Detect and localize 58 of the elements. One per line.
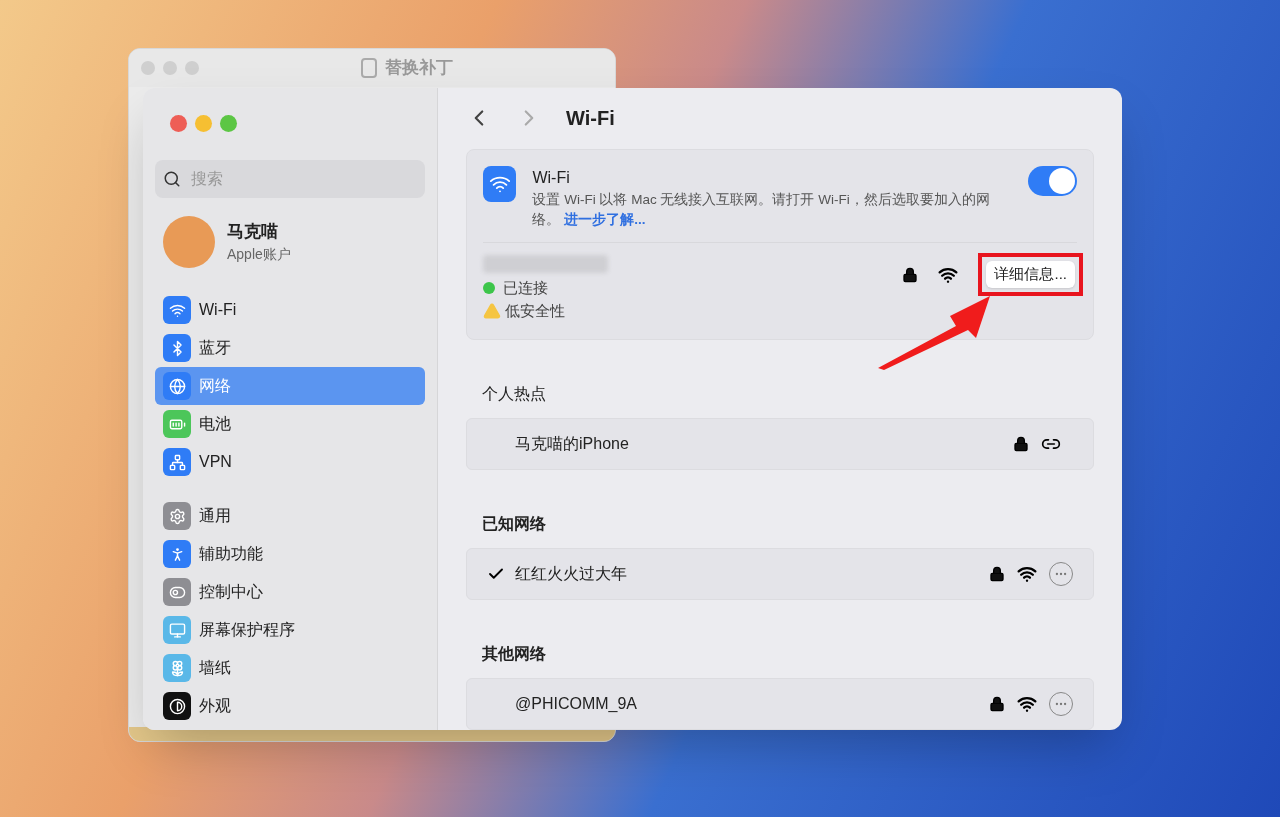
- network-row[interactable]: @PHICOMM_9A: [466, 678, 1094, 730]
- lock-icon: [989, 696, 1005, 712]
- bluetooth-icon: [163, 334, 191, 362]
- sidebar-item[interactable]: 控制中心: [155, 573, 425, 611]
- network-name: 红红火火过大年: [515, 564, 627, 584]
- warning-icon: [483, 301, 501, 320]
- wifi-icon: [163, 296, 191, 324]
- network-row[interactable]: 马克喵的iPhone: [466, 418, 1094, 470]
- network-name: 马克喵的iPhone: [515, 434, 629, 454]
- globe-icon: [163, 372, 191, 400]
- network-name: @PHICOMM_9A: [515, 694, 638, 714]
- wifi-signal-icon: [1017, 694, 1037, 714]
- sidebar-item[interactable]: VPN: [155, 443, 425, 481]
- wifi-description: 设置 Wi-Fi 以将 Mac 无线接入互联网。请打开 Wi-Fi，然后选取要加入的网络。 进一步了解...: [532, 191, 991, 229]
- page-title: Wi-Fi: [566, 105, 615, 131]
- details-button[interactable]: 详细信息...: [986, 261, 1075, 288]
- window-title: 替换补丁: [385, 57, 453, 80]
- close-button[interactable]: [170, 115, 187, 132]
- sidebar-item[interactable]: 外观: [155, 687, 425, 725]
- wifi-signal-icon: [938, 265, 959, 285]
- lock-icon: [902, 267, 919, 283]
- toggle-icon: [163, 578, 191, 606]
- window-control[interactable]: [141, 61, 155, 75]
- sidebar-item[interactable]: 通用: [155, 497, 425, 535]
- gear-icon: [163, 502, 191, 530]
- search-field[interactable]: 搜索: [155, 160, 425, 198]
- connection-status: 已连接: [503, 278, 548, 298]
- account-name: 马克喵: [227, 220, 279, 243]
- section-heading: 已知网络: [481, 514, 547, 534]
- section-heading: 其他网络: [481, 644, 547, 664]
- flower-icon: [163, 654, 191, 682]
- search-icon: [163, 170, 181, 188]
- wifi-title: Wi-Fi: [532, 168, 571, 188]
- window-control[interactable]: [163, 61, 177, 75]
- sidebar-item[interactable]: 辅助功能: [155, 535, 425, 573]
- screen-icon: [163, 616, 191, 644]
- accessibility-icon: [163, 540, 191, 568]
- sidebar-item[interactable]: 蓝牙: [155, 329, 425, 367]
- lock-icon: [989, 566, 1005, 582]
- battery-icon: [163, 410, 191, 438]
- sidebar-item[interactable]: Wi-Fi: [155, 291, 425, 329]
- network-row[interactable]: 红红火火过大年: [466, 548, 1094, 600]
- lock-icon: [1013, 436, 1029, 452]
- account-subtitle: Apple账户: [227, 245, 291, 265]
- section-heading: 个人热点: [481, 384, 547, 404]
- sidebar-item[interactable]: 电池: [155, 405, 425, 443]
- avatar: [163, 216, 215, 268]
- security-warning: 低安全性: [505, 300, 565, 321]
- learn-more-link[interactable]: 进一步了解...: [564, 212, 646, 227]
- minimize-button[interactable]: [195, 115, 212, 132]
- contrast-icon: [163, 692, 191, 720]
- window-control[interactable]: [185, 61, 199, 75]
- wifi-toggle[interactable]: [1028, 166, 1077, 196]
- wifi-icon: [483, 166, 517, 202]
- sidebar-item[interactable]: 墙纸: [155, 649, 425, 687]
- wifi-signal-icon: [1017, 564, 1037, 584]
- sidebar-item[interactable]: 屏幕保护程序: [155, 611, 425, 649]
- zoom-button[interactable]: [220, 115, 237, 132]
